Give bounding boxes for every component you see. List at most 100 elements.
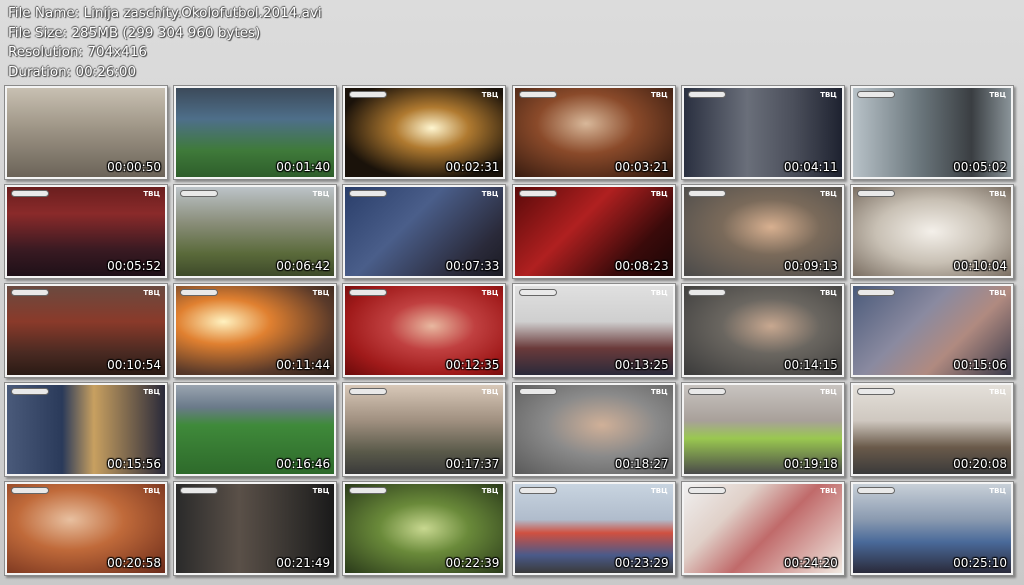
thumbnail[interactable]: ТВЦ 00:02:31 [342, 85, 507, 180]
channel-logo: ТВЦ [820, 289, 837, 297]
thumbnail-timestamp: 00:17:37 [445, 457, 500, 471]
show-logo-icon [180, 289, 219, 296]
thumbnail[interactable]: ТВЦ 00:09:13 [680, 184, 845, 279]
thumbnail[interactable]: ТВЦ 00:22:39 [342, 481, 507, 576]
channel-logo: ТВЦ [989, 289, 1006, 297]
thumbnail-timestamp: 00:22:39 [445, 556, 500, 570]
thumbnail[interactable]: ТВЦ 00:08:23 [511, 184, 676, 279]
thumbnail-frame: ТВЦ 00:07:33 [345, 187, 504, 276]
thumbnail[interactable]: ТВЦ 00:06:42 [173, 184, 338, 279]
thumbnail[interactable]: ТВЦ 00:17:37 [342, 382, 507, 477]
show-logo-icon [518, 388, 557, 395]
thumbnail-frame: ТВЦ 00:21:49 [176, 484, 335, 573]
thumbnail-timestamp: 00:10:04 [953, 259, 1007, 273]
thumbnail[interactable]: ТВЦ 00:14:15 [680, 283, 845, 378]
thumbnail[interactable]: ТВЦ 00:18:27 [511, 382, 676, 477]
show-logo-icon [687, 388, 726, 395]
thumbnail-timestamp: 00:15:06 [953, 358, 1007, 372]
channel-logo: ТВЦ [143, 289, 160, 297]
thumbnail-frame: 00:01:40 [176, 88, 335, 177]
thumbnail[interactable]: ТВЦ 00:20:08 [850, 382, 1014, 477]
show-logo-icon [518, 190, 557, 197]
thumbnail-timestamp: 00:23:29 [614, 556, 669, 570]
thumbnail[interactable]: 00:00:50 [4, 85, 168, 180]
show-logo-icon [687, 289, 726, 296]
show-logo-icon [349, 91, 388, 98]
thumbnail-timestamp: 00:00:50 [107, 160, 161, 174]
channel-logo: ТВЦ [820, 190, 837, 198]
show-logo-icon [349, 190, 388, 197]
thumbnail[interactable]: 00:16:46 [173, 382, 338, 477]
thumbnail-timestamp: 00:14:15 [783, 358, 838, 372]
thumbnail[interactable]: ТВЦ 00:21:49 [173, 481, 338, 576]
channel-logo: ТВЦ [143, 487, 160, 495]
thumbnail-timestamp: 00:05:52 [107, 259, 161, 273]
thumbnail-frame: ТВЦ 00:05:02 [853, 88, 1011, 177]
channel-logo: ТВЦ [143, 190, 160, 198]
thumbnail[interactable]: ТВЦ 00:23:29 [511, 481, 676, 576]
thumbnail-frame: ТВЦ 00:15:06 [853, 286, 1011, 375]
thumbnail[interactable]: ТВЦ 00:13:25 [511, 283, 676, 378]
channel-logo: ТВЦ [312, 289, 330, 297]
channel-logo: ТВЦ [989, 91, 1006, 99]
thumbnail[interactable]: ТВЦ 00:11:44 [173, 283, 338, 378]
thumbnail-timestamp: 00:15:56 [107, 457, 161, 471]
thumbnail-timestamp: 00:03:21 [614, 160, 669, 174]
thumbnail-frame: ТВЦ 00:08:23 [514, 187, 673, 276]
thumbnail-frame: ТВЦ 00:23:29 [514, 484, 673, 573]
thumbnail[interactable]: ТВЦ 00:15:56 [4, 382, 168, 477]
thumbnail-frame: ТВЦ 00:15:56 [7, 385, 165, 474]
channel-logo: ТВЦ [481, 91, 499, 99]
channel-logo: ТВЦ [820, 487, 837, 495]
channel-logo: ТВЦ [650, 289, 668, 297]
thumbnail-timestamp: 00:24:20 [783, 556, 838, 570]
thumbnail-timestamp: 00:07:33 [445, 259, 500, 273]
show-logo-icon [180, 190, 219, 197]
thumbnail[interactable]: ТВЦ 00:25:10 [850, 481, 1014, 576]
thumbnail-timestamp: 00:20:58 [107, 556, 161, 570]
channel-logo: ТВЦ [650, 91, 668, 99]
show-logo-icon [857, 289, 895, 296]
show-logo-icon [518, 487, 557, 494]
thumbnail[interactable]: 00:01:40 [173, 85, 338, 180]
thumbnail-frame: ТВЦ 00:02:31 [345, 88, 504, 177]
resolution: Resolution: 704x416 [8, 44, 147, 60]
thumbnail[interactable]: ТВЦ 00:24:20 [680, 481, 845, 576]
thumbnail-frame: 00:00:50 [7, 88, 165, 177]
channel-logo: ТВЦ [820, 91, 837, 99]
thumbnail-frame: ТВЦ 00:13:25 [514, 286, 673, 375]
thumbnail[interactable]: ТВЦ 00:12:35 [342, 283, 507, 378]
thumbnail-frame: ТВЦ 00:05:52 [7, 187, 165, 276]
channel-logo: ТВЦ [481, 388, 499, 396]
thumbnail[interactable]: ТВЦ 00:04:11 [680, 85, 845, 180]
show-logo-icon [518, 289, 557, 296]
thumbnail[interactable]: ТВЦ 00:05:52 [4, 184, 168, 279]
show-logo-icon [857, 190, 895, 197]
channel-logo: ТВЦ [143, 388, 160, 396]
thumbnail-timestamp: 00:20:08 [953, 457, 1007, 471]
thumbnail-timestamp: 00:04:11 [783, 160, 838, 174]
thumbnail[interactable]: ТВЦ 00:10:04 [850, 184, 1014, 279]
thumbnail[interactable]: ТВЦ 00:10:54 [4, 283, 168, 378]
thumbnail-timestamp: 00:13:25 [614, 358, 669, 372]
channel-logo: ТВЦ [820, 388, 837, 396]
thumbnail-frame: 00:16:46 [176, 385, 335, 474]
thumbnail[interactable]: ТВЦ 00:20:58 [4, 481, 168, 576]
thumbnail-timestamp: 00:09:13 [783, 259, 838, 273]
thumbnail-timestamp: 00:12:35 [445, 358, 500, 372]
thumbnail[interactable]: ТВЦ 00:07:33 [342, 184, 507, 279]
thumbnail-timestamp: 00:18:27 [614, 457, 669, 471]
thumbnail[interactable]: ТВЦ 00:15:06 [850, 283, 1014, 378]
thumbnail-frame: ТВЦ 00:24:20 [683, 484, 842, 573]
show-logo-icon [11, 388, 49, 395]
channel-logo: ТВЦ [481, 190, 499, 198]
file-size: File Size: 285MB (299 304 960 bytes) [8, 24, 261, 41]
show-logo-icon [857, 487, 895, 494]
thumbnail[interactable]: ТВЦ 00:05:02 [850, 85, 1014, 180]
thumbnail[interactable]: ТВЦ 00:03:21 [511, 85, 676, 180]
thumbnail[interactable]: ТВЦ 00:19:18 [680, 382, 845, 477]
show-logo-icon [11, 289, 49, 296]
thumbnail-frame: ТВЦ 00:10:04 [853, 187, 1011, 276]
show-logo-icon [349, 388, 388, 395]
thumbnail-timestamp: 00:10:54 [107, 358, 161, 372]
